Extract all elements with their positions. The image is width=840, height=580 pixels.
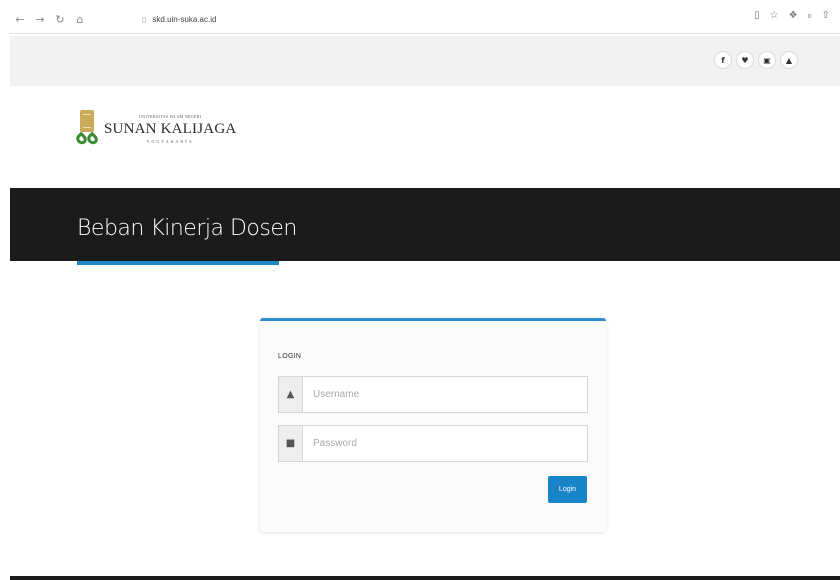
- reader-mode-icon[interactable]: ▯: [754, 10, 760, 21]
- social-topbar: f ♥ ▣ ▲: [10, 36, 840, 86]
- logo-emblem-icon: [74, 110, 100, 148]
- twitter-icon[interactable]: ♥: [736, 51, 754, 69]
- login-card: LOGIN ▲ ■ Login: [260, 318, 606, 532]
- password-field: ■: [278, 425, 588, 462]
- bookmark-star-icon[interactable]: ☆: [770, 10, 779, 21]
- logo-text: UNIVERSITAS ISLAM NEGERI SUNAN KALIJAGA …: [104, 113, 237, 144]
- password-input[interactable]: [303, 426, 587, 461]
- youtube-icon[interactable]: ▲: [780, 51, 798, 69]
- login-button[interactable]: Login: [548, 476, 587, 503]
- logo-sub-text: YOGYAKARTA: [146, 138, 194, 144]
- page-title: Beban Kinerja Dosen: [77, 216, 297, 241]
- lock-icon: ▯: [142, 14, 147, 24]
- forward-icon[interactable]: →: [30, 10, 50, 30]
- reload-icon[interactable]: ↻: [50, 10, 70, 30]
- home-icon[interactable]: ⌂: [70, 10, 90, 30]
- instagram-icon[interactable]: ▣: [758, 51, 776, 69]
- back-icon[interactable]: ←: [10, 10, 30, 30]
- university-logo[interactable]: UNIVERSITAS ISLAM NEGERI SUNAN KALIJAGA …: [74, 110, 237, 148]
- logo-top-text: UNIVERSITAS ISLAM NEGERI: [139, 113, 202, 119]
- login-heading: LOGIN: [278, 353, 302, 360]
- social-links: f ♥ ▣ ▲: [714, 51, 798, 69]
- extensions-icon[interactable]: ❖: [789, 10, 798, 21]
- logo-main-text: SUNAN KALIJAGA: [104, 120, 237, 137]
- site-header: UNIVERSITAS ISLAM NEGERI SUNAN KALIJAGA …: [10, 86, 840, 188]
- lock-icon: ■: [279, 426, 303, 461]
- browser-toolbar: ← → ↻ ⌂ ▯ skd.uin-suka.ac.id ▯ ☆ ❖ ₀ ⇧: [10, 6, 840, 34]
- browser-right-icons: ▯ ☆ ❖ ₀ ⇧: [754, 10, 830, 21]
- url-text[interactable]: skd.uin-suka.ac.id: [152, 15, 216, 24]
- address-bar[interactable]: ▯ skd.uin-suka.ac.id: [142, 9, 702, 29]
- facebook-icon[interactable]: f: [714, 51, 732, 69]
- user-icon: ▲: [279, 377, 303, 412]
- username-input[interactable]: [303, 377, 587, 412]
- share-icon[interactable]: ⇧: [822, 10, 830, 21]
- username-field: ▲: [278, 376, 588, 413]
- profile-icon[interactable]: ₀: [808, 10, 812, 21]
- footer-bar: [10, 576, 840, 580]
- page-banner: Beban Kinerja Dosen: [10, 188, 840, 261]
- title-underline: [77, 261, 279, 265]
